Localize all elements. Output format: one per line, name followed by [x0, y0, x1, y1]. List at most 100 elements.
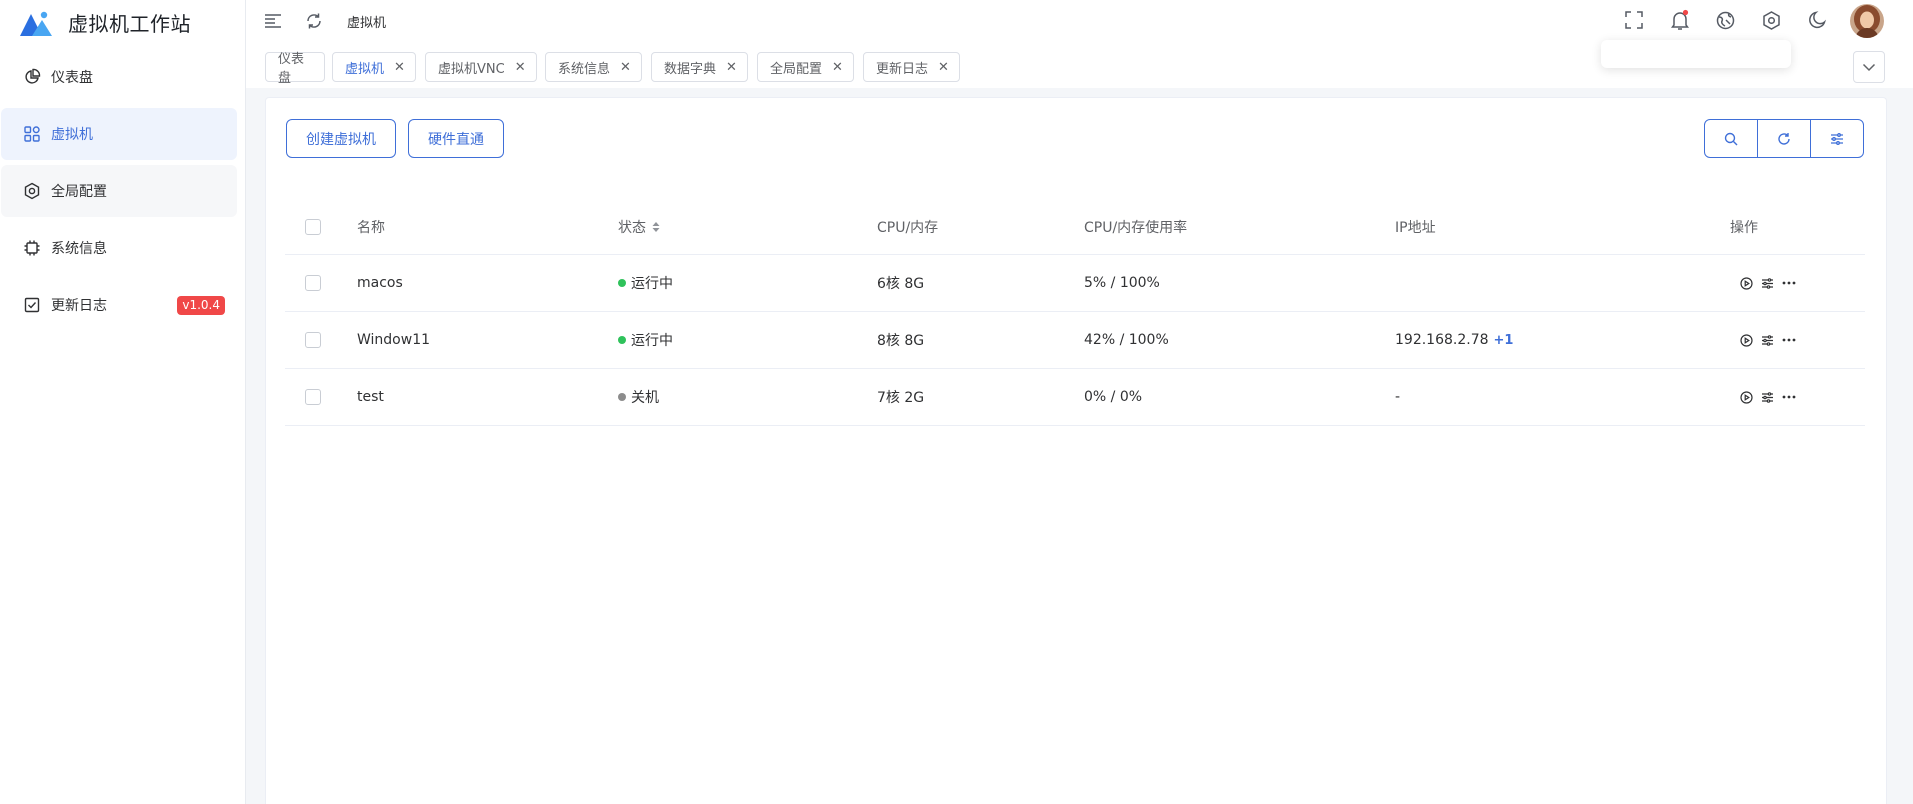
breadcrumb[interactable]: 虚拟机 [347, 12, 386, 31]
column-header-cpu-mem: CPU/内存 [877, 220, 939, 236]
sort-icon[interactable] [652, 221, 660, 233]
version-badge: v1.0.4 [177, 296, 225, 315]
more-dots-icon[interactable] [1782, 394, 1796, 400]
tab-vm-vnc[interactable]: 虚拟机VNC ✕ [425, 52, 537, 82]
row-checkbox[interactable] [305, 275, 321, 291]
vm-table: 名称 状态 CPU/内存 CPU/内存使用率 IP地址 操作 macos 运行中… [285, 200, 1865, 426]
close-icon[interactable]: ✕ [515, 60, 526, 75]
vm-usage: 5% / 100% [1084, 275, 1160, 291]
settings-icon[interactable] [1762, 11, 1781, 30]
sidebar-item-vms[interactable]: 虚拟机 [1, 108, 237, 160]
close-icon[interactable]: ✕ [726, 60, 737, 75]
tab-dashboard[interactable]: 仪表盘 [265, 52, 325, 86]
vm-usage: 0% / 0% [1084, 389, 1143, 405]
tooltip-popover [1601, 40, 1791, 68]
table-row[interactable]: test 关机 7核 2G 0% / 0% - [285, 369, 1865, 426]
play-circle-icon[interactable] [1740, 276, 1753, 290]
vm-name[interactable]: test [357, 369, 384, 425]
cpu-chip-icon [23, 239, 41, 257]
globe-icon[interactable] [1716, 11, 1735, 30]
grid-apps-icon [23, 125, 41, 143]
vm-cpu-mem: 6核 8G [877, 276, 925, 292]
select-all-checkbox[interactable] [305, 219, 321, 235]
reload-button[interactable] [1758, 120, 1811, 157]
sliders-icon[interactable] [1761, 391, 1774, 404]
pie-chart-icon [23, 68, 41, 86]
row-actions [1740, 312, 1796, 368]
sidebar-item-system-info[interactable]: 系统信息 [1, 222, 237, 274]
column-header-ip: IP地址 [1395, 220, 1436, 236]
vm-usage: 42% / 100% [1084, 332, 1169, 348]
sliders-icon[interactable] [1761, 334, 1774, 347]
row-actions [1740, 369, 1796, 425]
moon-icon[interactable] [1808, 11, 1826, 29]
ip-more-link[interactable]: +1 [1494, 333, 1514, 348]
sidebar-item-label: 虚拟机 [51, 127, 93, 143]
column-settings-button[interactable] [1811, 120, 1863, 157]
column-header-actions: 操作 [1730, 220, 1758, 236]
table-row[interactable]: Window11 运行中 8核 8G 42% / 100% 192.168.2.… [285, 312, 1865, 369]
tab-data-dict[interactable]: 数据字典 ✕ [651, 52, 748, 82]
tabs-dropdown-button[interactable] [1853, 51, 1885, 83]
status-label: 运行中 [631, 333, 673, 349]
ip-text: - [1395, 389, 1401, 405]
tab-label: 系统信息 [558, 61, 611, 77]
menu-fold-icon[interactable] [264, 13, 282, 29]
status-dot [618, 279, 626, 287]
app-logo[interactable]: 虚拟机工作站 [20, 8, 191, 37]
sidebar-item-label: 更新日志 [51, 298, 107, 314]
column-header-name: 名称 [357, 220, 385, 236]
search-button[interactable] [1705, 120, 1758, 157]
tab-label: 仪表盘 [278, 52, 305, 86]
avatar[interactable] [1850, 4, 1884, 38]
ip-text: 192.168.2.78 [1395, 332, 1489, 348]
sliders-icon[interactable] [1761, 277, 1774, 290]
tab-label: 全局配置 [770, 61, 823, 77]
close-icon[interactable]: ✕ [938, 60, 949, 75]
vm-cpu-mem: 8核 8G [877, 333, 925, 349]
table-row[interactable]: macos 运行中 6核 8G 5% / 100% [285, 255, 1865, 312]
more-dots-icon[interactable] [1782, 337, 1796, 343]
more-dots-icon[interactable] [1782, 280, 1796, 286]
tab-vms[interactable]: 虚拟机 ✕ [332, 52, 416, 82]
table-header: 名称 状态 CPU/内存 CPU/内存使用率 IP地址 操作 [285, 200, 1865, 255]
status-dot [618, 393, 626, 401]
play-circle-icon[interactable] [1740, 333, 1753, 347]
vm-name[interactable]: macos [357, 255, 403, 311]
column-settings-icon [1830, 132, 1844, 146]
checklist-icon [23, 296, 41, 314]
sidebar-item-label: 仪表盘 [51, 70, 93, 86]
sidebar-item-label: 全局配置 [51, 184, 107, 200]
status-label: 关机 [631, 390, 659, 406]
fullscreen-icon[interactable] [1625, 11, 1643, 29]
close-icon[interactable]: ✕ [394, 60, 405, 75]
tab-changelog[interactable]: 更新日志 ✕ [863, 52, 960, 82]
sidebar-item-changelog[interactable]: 更新日志 v1.0.4 [1, 279, 237, 331]
column-header-status[interactable]: 状态 [618, 200, 660, 254]
refresh-icon[interactable] [305, 12, 323, 30]
tab-system-info[interactable]: 系统信息 ✕ [545, 52, 642, 82]
status-dot [618, 336, 626, 344]
bell-icon[interactable] [1670, 9, 1690, 31]
mountain-logo-icon [20, 10, 54, 36]
sidebar-item-label: 系统信息 [51, 241, 107, 257]
hardware-passthrough-button[interactable]: 硬件直通 [408, 119, 504, 158]
column-header-label: 状态 [618, 220, 646, 236]
tab-global-config[interactable]: 全局配置 ✕ [757, 52, 854, 82]
vm-status: 运行中 [618, 255, 673, 311]
row-checkbox[interactable] [305, 332, 321, 348]
vm-name[interactable]: Window11 [357, 312, 430, 368]
close-icon[interactable]: ✕ [620, 60, 631, 75]
sidebar-item-global-config[interactable]: 全局配置 [1, 165, 237, 217]
top-header [246, 0, 1913, 42]
play-circle-icon[interactable] [1740, 390, 1753, 404]
close-icon[interactable]: ✕ [832, 60, 843, 75]
vm-ip: 192.168.2.78 +1 [1395, 312, 1513, 368]
row-actions [1740, 255, 1796, 311]
status-label: 运行中 [631, 276, 673, 292]
row-checkbox[interactable] [305, 389, 321, 405]
tab-label: 更新日志 [876, 61, 929, 77]
sidebar-item-dashboard[interactable]: 仪表盘 [1, 51, 237, 103]
tab-label: 数据字典 [664, 61, 717, 77]
create-vm-button[interactable]: 创建虚拟机 [286, 119, 396, 158]
